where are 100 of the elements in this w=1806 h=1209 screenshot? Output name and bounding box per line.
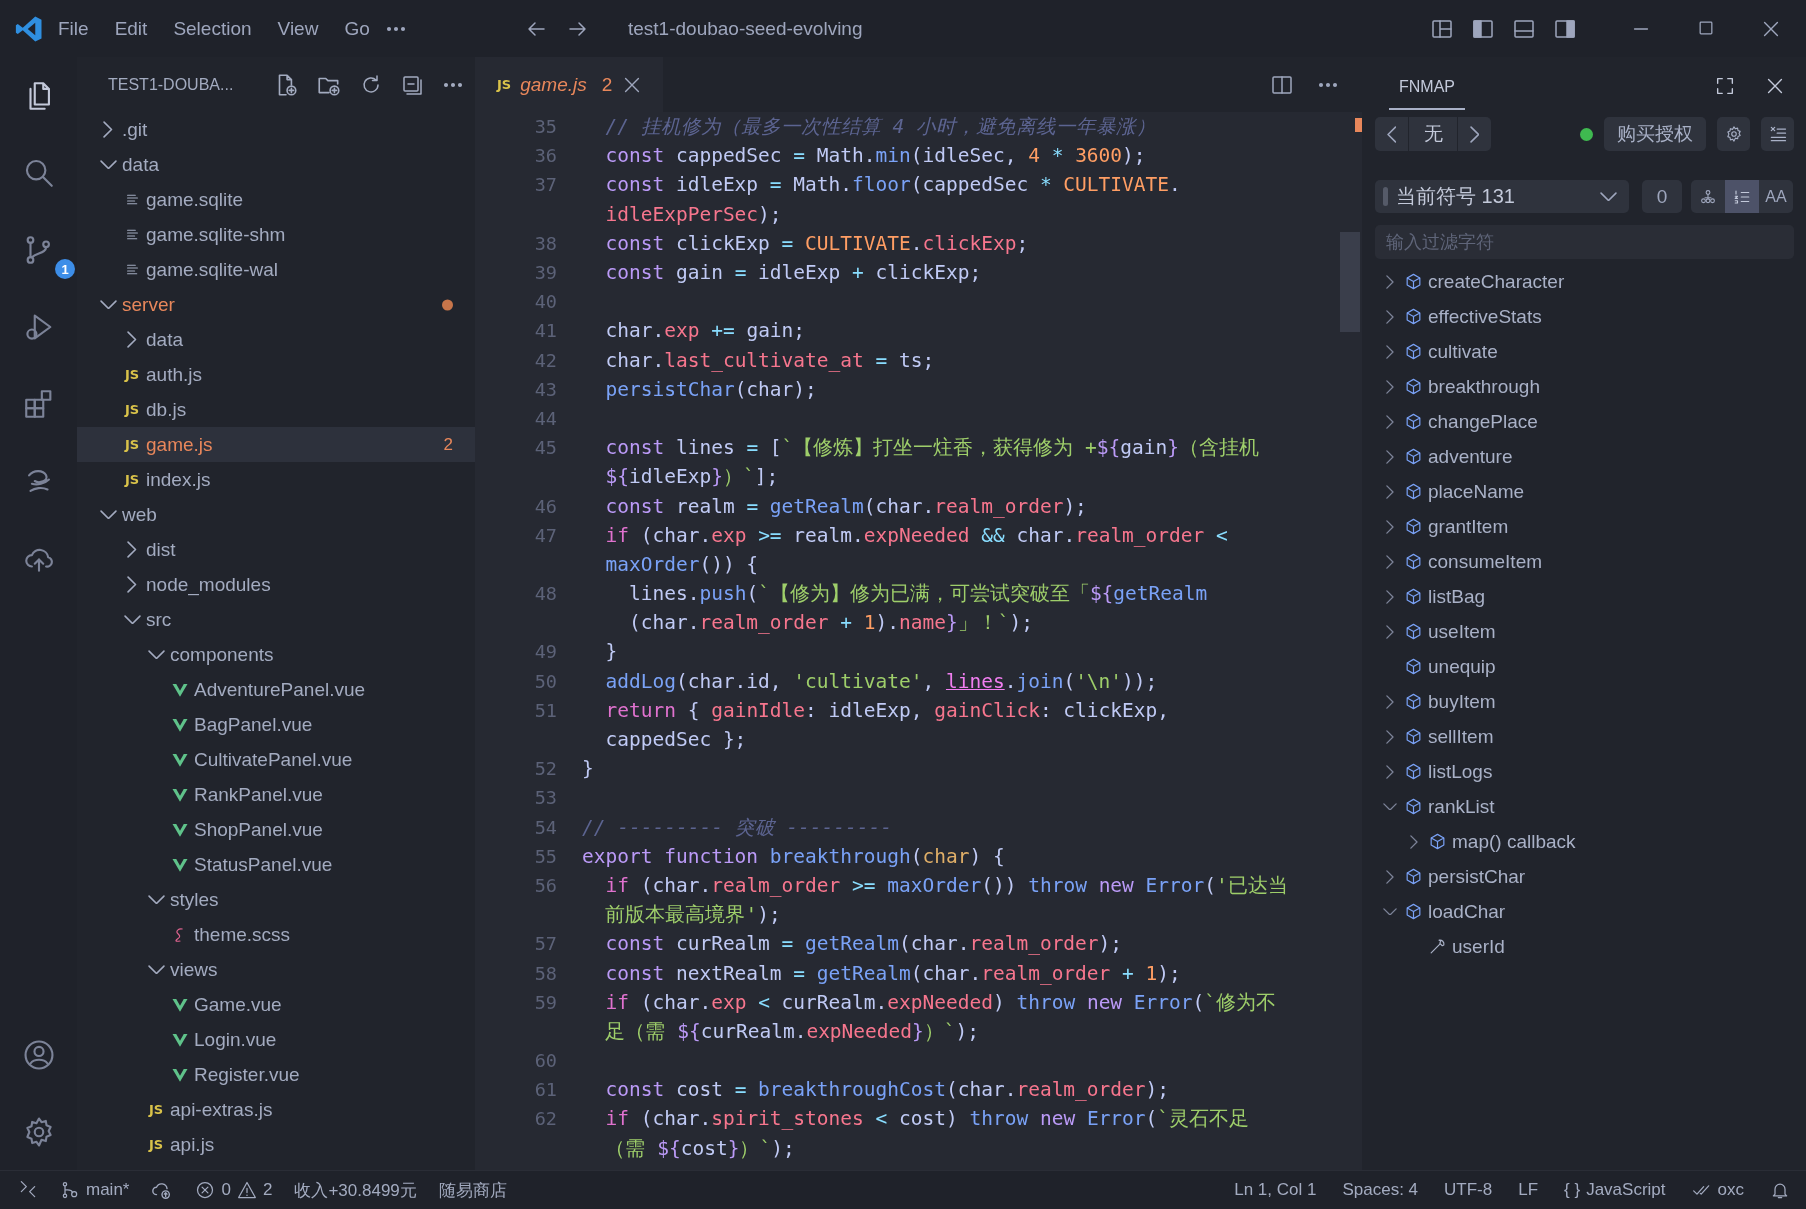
- file-row[interactable]: Login.vue: [77, 1022, 475, 1057]
- warning-count[interactable]: 2: [262, 1180, 273, 1200]
- symbol-name[interactable]: buyItem: [1428, 690, 1496, 713]
- symbol-name[interactable]: userId: [1452, 935, 1505, 958]
- linter-status[interactable]: oxc: [1717, 1180, 1744, 1200]
- encoding-status[interactable]: UTF-8: [1444, 1180, 1493, 1200]
- settings-button[interactable]: [1717, 117, 1750, 151]
- symbol-name[interactable]: loadChar: [1428, 900, 1506, 923]
- clear-list-button[interactable]: [1761, 117, 1794, 151]
- symbol-name[interactable]: rankList: [1428, 795, 1495, 818]
- filter-field[interactable]: 输入过滤字符: [1375, 225, 1794, 259]
- folder-row[interactable]: src: [77, 602, 475, 637]
- symbol-name[interactable]: consumeItem: [1428, 550, 1543, 573]
- chevron-right-icon[interactable]: [1386, 869, 1394, 884]
- count-field[interactable]: 0: [1642, 180, 1682, 213]
- file-row[interactable]: BagPanel.vue: [77, 707, 475, 742]
- branch-name[interactable]: main*: [86, 1180, 130, 1200]
- folder-row[interactable]: data: [77, 322, 475, 357]
- buy-license-button[interactable]: 购买授权: [1604, 117, 1706, 151]
- symbol-name[interactable]: unequip: [1428, 655, 1496, 678]
- view-toggle-button[interactable]: [1725, 180, 1759, 213]
- folder-row[interactable]: styles: [77, 882, 475, 917]
- chevron-right-icon[interactable]: [1386, 344, 1394, 359]
- menu-item[interactable]: View: [265, 13, 331, 44]
- chevron-right-icon[interactable]: [1386, 309, 1394, 324]
- shop-link[interactable]: 随易商店: [438, 1178, 507, 1202]
- folder-row[interactable]: views: [77, 952, 475, 987]
- chevron-right-icon[interactable]: [1386, 414, 1394, 429]
- file-row[interactable]: Game.vue: [77, 987, 475, 1022]
- folder-row[interactable]: dist: [77, 532, 475, 567]
- symbol-name[interactable]: sellItem: [1428, 725, 1494, 748]
- symbol-name[interactable]: useItem: [1428, 620, 1496, 643]
- folder-row[interactable]: data: [77, 147, 475, 182]
- income-status[interactable]: 收入+30.8499元: [294, 1178, 417, 1202]
- file-row[interactable]: JS game.js 2: [77, 427, 475, 462]
- folder-row[interactable]: web: [77, 497, 475, 532]
- menu-item[interactable]: Go: [332, 13, 382, 44]
- symbol-name[interactable]: breakthrough: [1428, 375, 1540, 398]
- folder-row[interactable]: components: [77, 637, 475, 672]
- branch-icon[interactable]: [60, 1180, 80, 1200]
- file-row[interactable]: JS api-extras.js: [77, 1092, 475, 1127]
- remote-icon[interactable]: [18, 1180, 38, 1200]
- symbol-name[interactable]: map() callback: [1452, 830, 1576, 853]
- file-row[interactable]: theme.scss: [77, 917, 475, 952]
- chevron-right-icon[interactable]: [1386, 589, 1394, 604]
- file-row[interactable]: AdventurePanel.vue: [77, 672, 475, 707]
- file-row[interactable]: JS auth.js: [77, 357, 475, 392]
- symbol-name[interactable]: effectiveStats: [1428, 305, 1542, 328]
- language-icon[interactable]: { }: [1564, 1180, 1581, 1200]
- folder-row[interactable]: node_modules: [77, 567, 475, 602]
- chevron-right-icon[interactable]: [1386, 729, 1394, 744]
- panel-tab[interactable]: FNMAP: [1389, 61, 1465, 110]
- file-row[interactable]: StatusPanel.vue: [77, 847, 475, 882]
- file-row[interactable]: game.sqlite-shm: [77, 217, 475, 252]
- symbol-name[interactable]: placeName: [1428, 480, 1525, 503]
- chevron-right-icon[interactable]: [1386, 624, 1394, 639]
- file-row[interactable]: ShopPanel.vue: [77, 812, 475, 847]
- symbol-name[interactable]: grantItem: [1428, 515, 1509, 538]
- symbol-name[interactable]: listBag: [1428, 585, 1486, 608]
- file-row[interactable]: JS api.js: [77, 1127, 475, 1162]
- file-row[interactable]: JS db.js: [77, 392, 475, 427]
- chevron-right-icon[interactable]: [1386, 449, 1394, 464]
- chevron-right-icon[interactable]: [1386, 764, 1394, 779]
- symbol-name[interactable]: listLogs: [1428, 760, 1493, 783]
- file-row[interactable]: Register.vue: [77, 1057, 475, 1092]
- chevron-right-icon[interactable]: [1386, 379, 1394, 394]
- next-icon[interactable]: [1469, 125, 1480, 143]
- menu-item[interactable]: Edit: [102, 13, 160, 44]
- indentation-status[interactable]: Spaces: 4: [1342, 1180, 1419, 1200]
- error-count[interactable]: 0: [221, 1180, 231, 1200]
- chevron-right-icon[interactable]: [1386, 519, 1394, 534]
- previous-icon[interactable]: [1386, 125, 1397, 143]
- file-row[interactable]: CultivatePanel.vue: [77, 742, 475, 777]
- chevron-right-icon[interactable]: [1386, 554, 1394, 569]
- language-mode[interactable]: JavaScript: [1586, 1180, 1666, 1200]
- symbol-dropdown[interactable]: 当前符号 131: [1375, 180, 1629, 213]
- menu-item[interactable]: File: [46, 13, 101, 44]
- line-ending-status[interactable]: LF: [1518, 1180, 1539, 1200]
- file-row[interactable]: game.sqlite: [77, 182, 475, 217]
- chevron-down-icon[interactable]: [1383, 802, 1397, 811]
- cursor-position[interactable]: Ln 1, Col 1: [1234, 1180, 1317, 1200]
- folder-row[interactable]: server: [77, 287, 475, 322]
- menu-item[interactable]: Selection: [161, 13, 264, 44]
- file-row[interactable]: RankPanel.vue: [77, 777, 475, 812]
- symbol-name[interactable]: changePlace: [1428, 410, 1538, 433]
- folder-row[interactable]: .git: [77, 112, 475, 147]
- scrollbar-thumb[interactable]: [1340, 232, 1360, 332]
- chevron-right-icon[interactable]: [1410, 834, 1418, 849]
- chevron-right-icon[interactable]: [1386, 694, 1394, 709]
- editor-tab[interactable]: JS game.js 2: [475, 57, 664, 112]
- chevron-down-icon[interactable]: [1383, 907, 1397, 916]
- warning-icon[interactable]: [236, 1180, 257, 1200]
- file-row[interactable]: JS index.js: [77, 462, 475, 497]
- chevron-right-icon[interactable]: [1386, 484, 1394, 499]
- symbol-name[interactable]: createCharacter: [1428, 270, 1565, 293]
- chevron-right-icon[interactable]: [1386, 274, 1394, 289]
- file-row[interactable]: game.sqlite-wal: [77, 252, 475, 287]
- symbol-name[interactable]: cultivate: [1428, 340, 1498, 363]
- symbol-name[interactable]: persistChar: [1428, 865, 1526, 888]
- symbol-name[interactable]: adventure: [1428, 445, 1513, 468]
